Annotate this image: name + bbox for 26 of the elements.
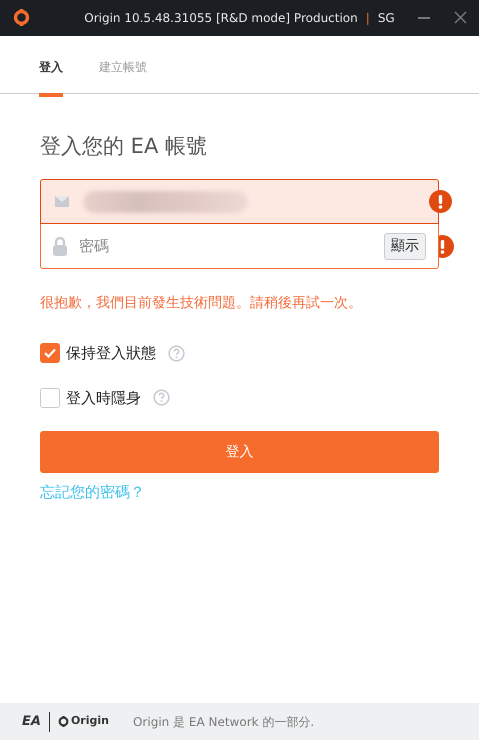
window-title: Origin 10.5.48.31055 [R&D mode] Production xyxy=(84,10,358,27)
show-button[interactable]: 顯示 xyxy=(384,232,426,260)
origin-logo: Origin xyxy=(70,713,109,730)
help-icon[interactable] xyxy=(168,344,185,362)
checkbox[interactable] xyxy=(40,343,60,364)
origin-logo-icon xyxy=(58,716,69,727)
error-message: 很抱歉，我們目前發生技術問題。請稍後再試一次。 xyxy=(40,294,363,314)
footer-text: Origin 是 EA Network 的一部分. xyxy=(132,714,314,730)
logo-icon xyxy=(13,9,30,26)
lock-icon xyxy=(53,236,67,256)
checkbox[interactable] xyxy=(40,388,60,408)
close-icon[interactable] xyxy=(454,11,467,24)
tab[interactable]: 登入 xyxy=(39,40,63,97)
checkbox-label: 登入時隱身 xyxy=(66,388,141,409)
heading: 登入您的 EA 帳號 xyxy=(40,134,208,160)
help-icon[interactable] xyxy=(153,389,170,406)
checkmark-icon xyxy=(44,348,56,358)
email-field[interactable] xyxy=(40,179,439,224)
password-placeholder: 密碼 xyxy=(79,236,109,257)
checkbox-label: 保持登入狀態 xyxy=(66,343,156,364)
region-label: SG xyxy=(378,10,395,27)
separator: | xyxy=(366,10,370,27)
password-field[interactable]: 密碼 顯示 xyxy=(40,224,439,270)
ea-logo: EA xyxy=(22,712,41,731)
error-icon xyxy=(429,190,452,214)
envelope-icon xyxy=(55,196,69,208)
